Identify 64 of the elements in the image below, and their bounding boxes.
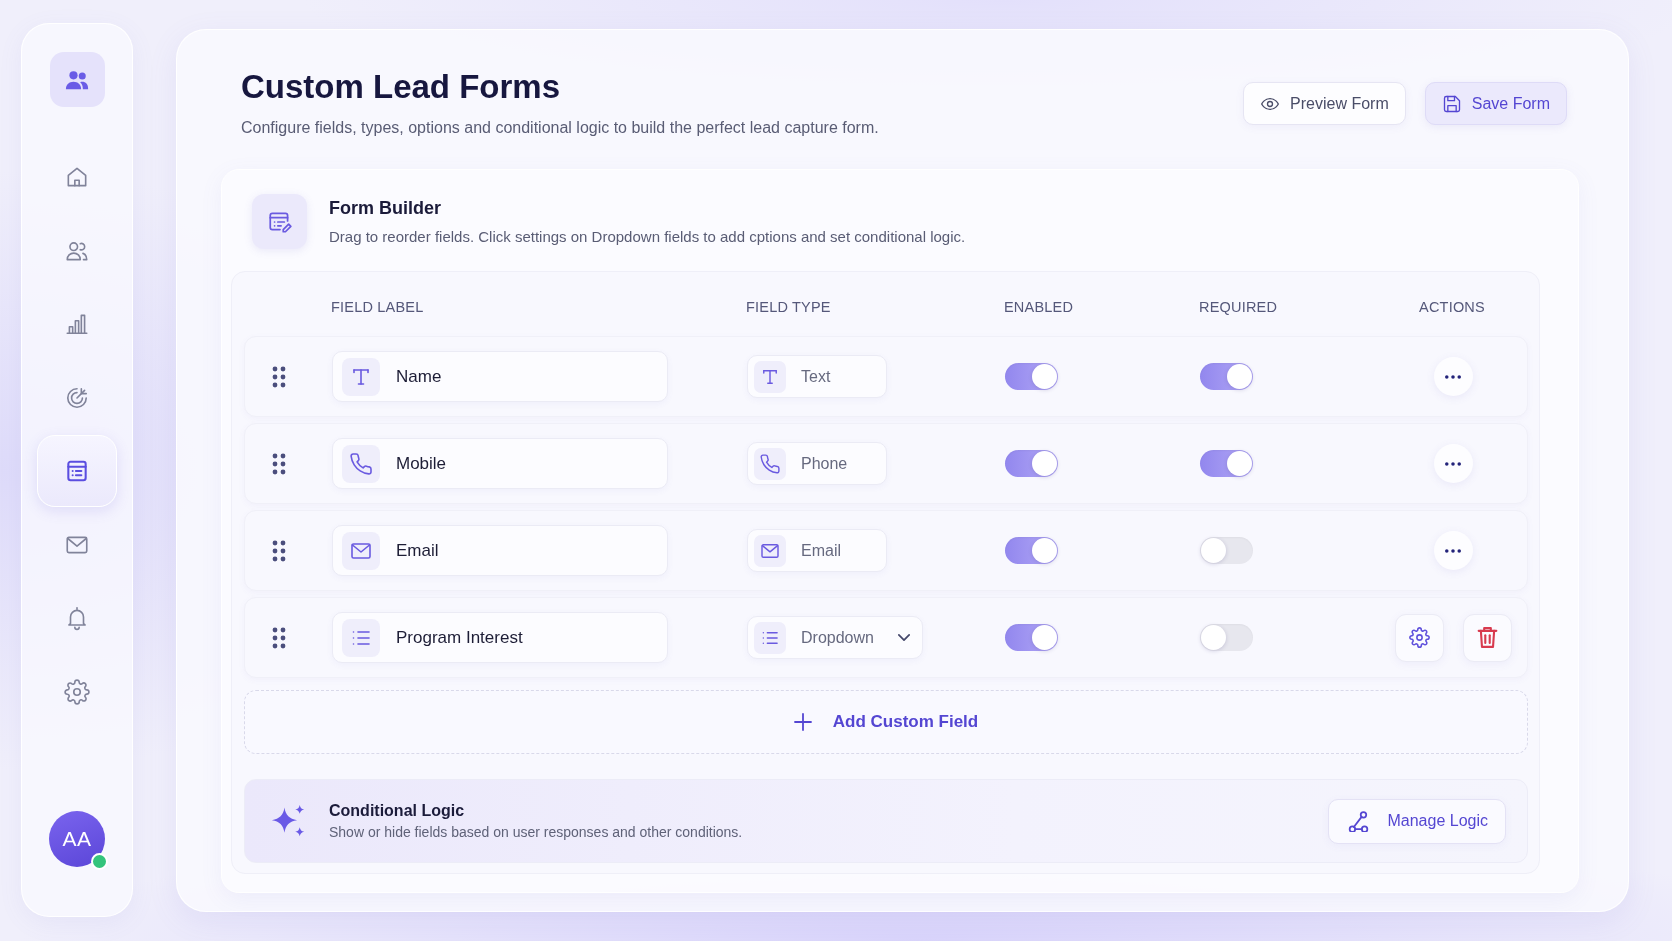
enabled-toggle[interactable] bbox=[1005, 537, 1058, 564]
plus-icon bbox=[793, 713, 812, 731]
save-button[interactable]: Save Form bbox=[1424, 82, 1567, 125]
section-description: Drag to reorder fields. Click settings on Dropdown fields to add cptions and set conditional logic. bbox=[329, 227, 966, 247]
sparkle-icon bbox=[271, 803, 306, 839]
avatar-button[interactable]: AA bbox=[49, 811, 105, 867]
column-header: REQUIRED bbox=[1199, 299, 1278, 315]
field-type-select[interactable]: Phone bbox=[747, 442, 887, 485]
field-type-select[interactable]: Email bbox=[747, 529, 887, 572]
section-title: Form Builder bbox=[329, 197, 441, 220]
required-toggle[interactable] bbox=[1200, 537, 1253, 564]
more-icon bbox=[1445, 374, 1461, 379]
settings-icon bbox=[64, 678, 90, 705]
enabled-toggle[interactable] bbox=[1005, 450, 1058, 477]
add-custom-field-button[interactable]: Add Custom Field bbox=[244, 690, 1528, 754]
logic-description: Show or hide fields based on user responses and other conditions. bbox=[329, 824, 743, 840]
required-toggle[interactable] bbox=[1200, 363, 1253, 390]
list-icon bbox=[342, 618, 380, 657]
required-toggle[interactable] bbox=[1200, 450, 1253, 477]
form-edit-icon bbox=[252, 194, 307, 249]
list-icon bbox=[754, 621, 786, 654]
field-type-select[interactable]: Dropdown bbox=[747, 616, 923, 659]
drag-handle-icon[interactable] bbox=[272, 365, 286, 388]
field-label-input[interactable]: Mobile bbox=[332, 438, 668, 489]
required-toggle[interactable] bbox=[1200, 624, 1253, 651]
chevron-down-icon bbox=[898, 634, 910, 641]
trash-icon bbox=[1476, 627, 1498, 648]
phone-icon bbox=[342, 444, 380, 483]
enabled-toggle[interactable] bbox=[1005, 624, 1058, 651]
settings-icon bbox=[1408, 627, 1430, 648]
drag-handle-icon[interactable] bbox=[272, 539, 286, 562]
column-header: ENABLED bbox=[1004, 299, 1074, 315]
preview-button[interactable]: Preview Form bbox=[1243, 82, 1406, 125]
drag-handle-icon[interactable] bbox=[272, 626, 286, 649]
mail-icon bbox=[342, 531, 380, 570]
column-header: FIELD LABEL bbox=[331, 299, 424, 315]
team-logo-icon bbox=[49, 52, 105, 107]
drag-handle-icon[interactable] bbox=[272, 452, 286, 475]
manage-logic-button[interactable]: Manage Logic bbox=[1328, 798, 1506, 844]
page-title: Custom Lead Forms bbox=[241, 67, 561, 107]
nav-item[interactable] bbox=[37, 435, 117, 507]
more-button[interactable] bbox=[1433, 444, 1473, 483]
form-icon bbox=[64, 458, 90, 484]
phone-icon bbox=[754, 447, 786, 480]
mail-icon bbox=[754, 534, 786, 567]
delete-button[interactable] bbox=[1462, 613, 1512, 662]
column-header: FIELD TYPE bbox=[746, 299, 831, 315]
flow-icon bbox=[1348, 810, 1370, 832]
save-icon bbox=[1441, 93, 1462, 114]
column-header: ACTIONS bbox=[1419, 299, 1485, 315]
field-label-input[interactable]: Email bbox=[332, 525, 668, 576]
logic-title: Conditional Logic bbox=[329, 802, 465, 820]
text-type-icon bbox=[754, 360, 786, 393]
more-button[interactable] bbox=[1433, 357, 1473, 396]
enabled-toggle[interactable] bbox=[1005, 363, 1058, 390]
field-label-input[interactable]: Name bbox=[332, 351, 668, 402]
more-button[interactable] bbox=[1433, 531, 1473, 570]
field-label-input[interactable]: Program Interest bbox=[332, 612, 668, 663]
page-subtitle: Configure fields, types, options and conditional logic to build the perfect lead capture form. bbox=[241, 118, 879, 138]
field-type-select[interactable]: Text bbox=[747, 355, 887, 398]
more-icon bbox=[1445, 461, 1461, 466]
settings-button[interactable] bbox=[1394, 613, 1444, 662]
more-icon bbox=[1445, 548, 1461, 553]
text-type-icon bbox=[342, 357, 380, 396]
